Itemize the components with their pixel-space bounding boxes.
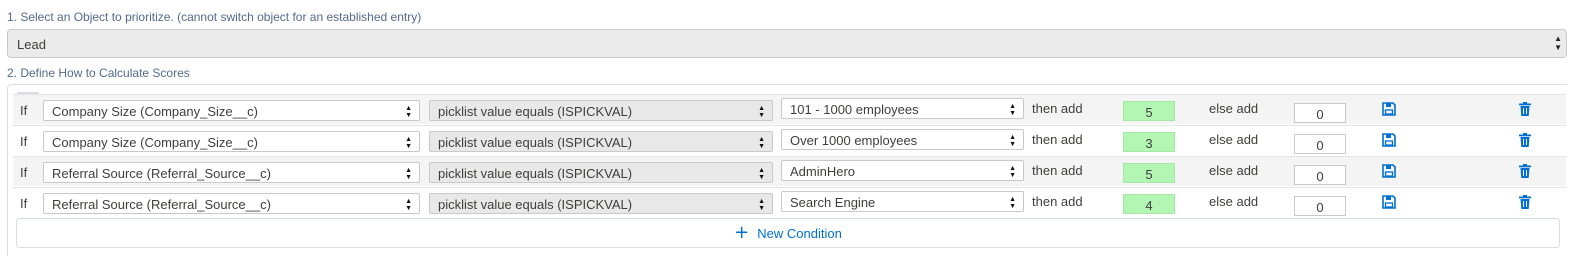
field-select[interactable]: Referral Source (Referral_Source__c) ▲ ▼ bbox=[43, 162, 420, 183]
plus-icon: + bbox=[734, 222, 750, 243]
condition-row: If Referral Source (Referral_Source__c) … bbox=[13, 187, 1566, 217]
select-arrows-icon: ▲ ▼ bbox=[1009, 134, 1016, 148]
condition-row: If Referral Source (Referral_Source__c) … bbox=[13, 156, 1566, 186]
save-icon[interactable] bbox=[1381, 101, 1397, 117]
step1-label: 1. Select an Object to prioritize. (cann… bbox=[7, 10, 422, 24]
trash-icon[interactable] bbox=[1517, 163, 1533, 179]
save-icon[interactable] bbox=[1381, 163, 1397, 179]
value-select[interactable]: AdminHero ▲ ▼ bbox=[781, 160, 1024, 181]
field-select-value: Company Size (Company_Size__c) bbox=[52, 135, 258, 150]
operator-select-value: picklist value equals (ISPICKVAL) bbox=[438, 166, 633, 181]
save-icon[interactable] bbox=[1381, 132, 1397, 148]
operator-select-value: picklist value equals (ISPICKVAL) bbox=[438, 197, 633, 212]
field-select[interactable]: Company Size (Company_Size__c) ▲ ▼ bbox=[43, 100, 420, 121]
operator-select-value: picklist value equals (ISPICKVAL) bbox=[438, 135, 633, 150]
then-add-label: then add bbox=[1032, 132, 1083, 147]
value-select-value: 101 - 1000 employees bbox=[790, 102, 919, 117]
value-select-value: AdminHero bbox=[790, 164, 856, 179]
select-arrows-icon: ▲ ▼ bbox=[758, 198, 765, 212]
condition-row: If Company Size (Company_Size__c) ▲ ▼ pic… bbox=[13, 125, 1566, 155]
new-condition-label: New Condition bbox=[757, 225, 842, 241]
else-add-label: else add bbox=[1209, 132, 1259, 147]
value-select[interactable]: 101 - 1000 employees ▲ ▼ bbox=[781, 98, 1024, 119]
if-label: If bbox=[20, 134, 28, 149]
if-label: If bbox=[20, 196, 28, 211]
then-add-label: then add bbox=[1032, 101, 1083, 116]
field-select-value: Referral Source (Referral_Source__c) bbox=[52, 197, 271, 212]
select-arrows-icon: ▲ ▼ bbox=[1554, 34, 1562, 52]
trash-icon[interactable] bbox=[1517, 132, 1533, 148]
select-arrows-icon: ▲ ▼ bbox=[405, 198, 412, 212]
trash-icon[interactable] bbox=[1517, 194, 1533, 210]
then-add-input[interactable]: 5 bbox=[1123, 163, 1175, 183]
select-arrows-icon: ▲ ▼ bbox=[758, 105, 765, 119]
select-arrows-icon: ▲ ▼ bbox=[758, 167, 765, 181]
value-select[interactable]: Search Engine ▲ ▼ bbox=[781, 191, 1024, 212]
value-select-value: Search Engine bbox=[790, 195, 876, 210]
select-arrows-icon: ▲ ▼ bbox=[405, 136, 412, 150]
else-add-label: else add bbox=[1209, 163, 1259, 178]
operator-select[interactable]: picklist value equals (ISPICKVAL) ▲ ▼ bbox=[429, 162, 773, 183]
select-arrows-icon: ▲ ▼ bbox=[1009, 196, 1016, 210]
new-condition-button[interactable]: + New Condition bbox=[16, 218, 1560, 248]
else-add-input[interactable]: 0 bbox=[1294, 165, 1346, 185]
select-arrows-icon: ▲ ▼ bbox=[1009, 103, 1016, 117]
operator-select-value: picklist value equals (ISPICKVAL) bbox=[438, 104, 633, 119]
then-add-input[interactable]: 4 bbox=[1123, 194, 1175, 214]
select-arrows-icon: ▲ ▼ bbox=[1009, 165, 1016, 179]
select-arrows-icon: ▲ ▼ bbox=[405, 167, 412, 181]
then-add-label: then add bbox=[1032, 163, 1083, 178]
else-add-input[interactable]: 0 bbox=[1294, 134, 1346, 154]
value-select-value: Over 1000 employees bbox=[790, 133, 918, 148]
then-add-label: then add bbox=[1032, 194, 1083, 209]
field-select[interactable]: Company Size (Company_Size__c) ▲ ▼ bbox=[43, 131, 420, 152]
select-arrows-icon: ▲ ▼ bbox=[758, 136, 765, 150]
else-add-input[interactable]: 0 bbox=[1294, 196, 1346, 216]
object-select[interactable]: Lead ▲ ▼ bbox=[7, 29, 1567, 58]
trash-icon[interactable] bbox=[1517, 101, 1533, 117]
operator-select[interactable]: picklist value equals (ISPICKVAL) ▲ ▼ bbox=[429, 193, 773, 214]
field-select-value: Referral Source (Referral_Source__c) bbox=[52, 166, 271, 181]
then-add-input[interactable]: 5 bbox=[1123, 101, 1175, 121]
select-arrows-icon: ▲ ▼ bbox=[405, 105, 412, 119]
else-add-label: else add bbox=[1209, 101, 1259, 116]
operator-select[interactable]: picklist value equals (ISPICKVAL) ▲ ▼ bbox=[429, 131, 773, 152]
condition-row: If Company Size (Company_Size__c) ▲ ▼ pic… bbox=[13, 94, 1566, 124]
if-label: If bbox=[20, 103, 28, 118]
else-add-input[interactable]: 0 bbox=[1294, 103, 1346, 123]
object-select-value: Lead bbox=[17, 37, 46, 52]
field-select-value: Company Size (Company_Size__c) bbox=[52, 104, 258, 119]
else-add-label: else add bbox=[1209, 194, 1259, 209]
then-add-input[interactable]: 3 bbox=[1123, 132, 1175, 152]
operator-select[interactable]: picklist value equals (ISPICKVAL) ▲ ▼ bbox=[429, 100, 773, 121]
field-select[interactable]: Referral Source (Referral_Source__c) ▲ ▼ bbox=[43, 193, 420, 214]
save-icon[interactable] bbox=[1381, 194, 1397, 210]
if-label: If bbox=[20, 165, 28, 180]
value-select[interactable]: Over 1000 employees ▲ ▼ bbox=[781, 129, 1024, 150]
step2-label: 2. Define How to Calculate Scores bbox=[7, 66, 190, 80]
